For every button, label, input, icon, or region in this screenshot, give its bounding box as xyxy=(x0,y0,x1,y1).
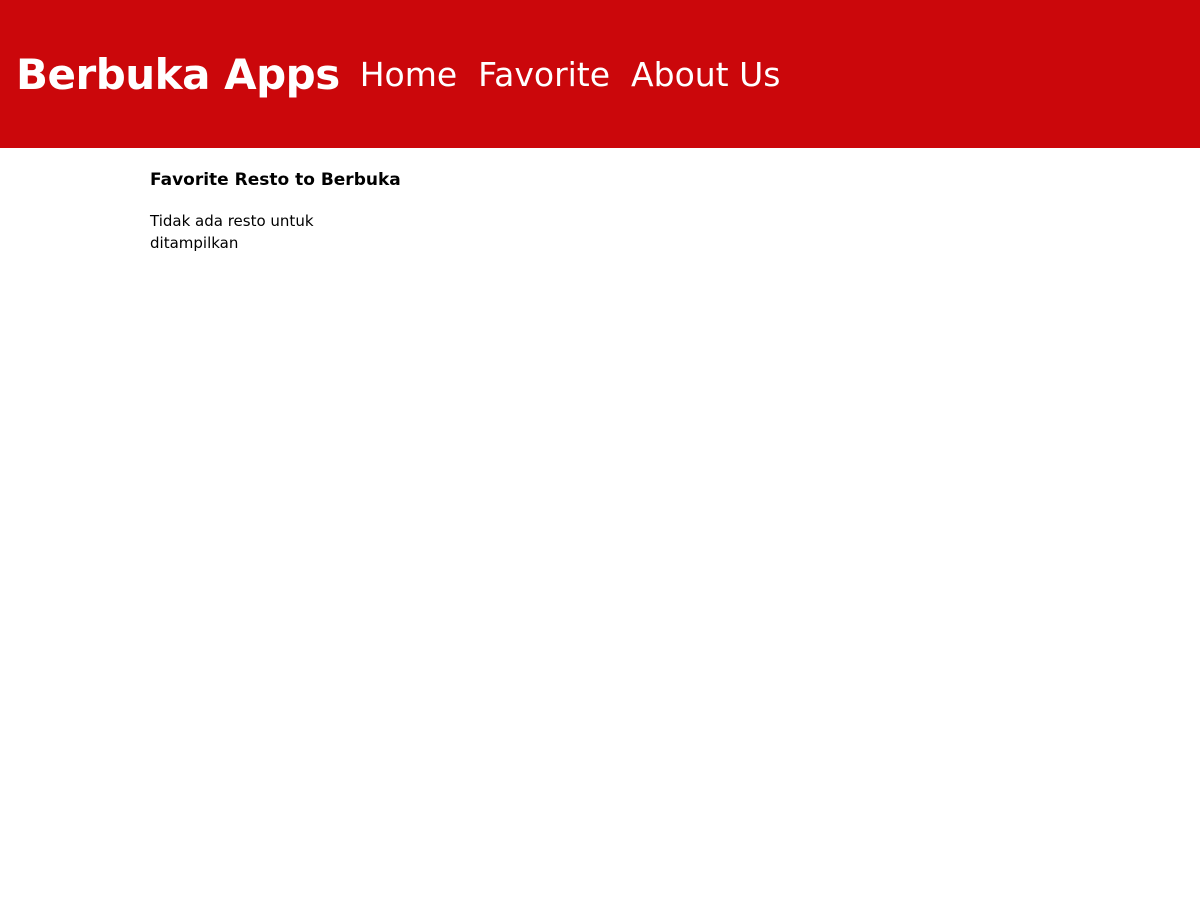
main-nav: Home Favorite About Us xyxy=(360,55,781,94)
nav-favorite-link[interactable]: Favorite xyxy=(478,55,610,94)
brand-title: Berbuka Apps xyxy=(16,49,340,99)
main-content: Favorite Resto to Berbuka Tidak ada rest… xyxy=(0,148,1200,254)
app-header: Berbuka Apps Home Favorite About Us xyxy=(0,0,1200,148)
empty-state-message: Tidak ada resto untuk ditampilkan xyxy=(150,212,314,252)
page-title: Favorite Resto to Berbuka xyxy=(150,170,401,190)
nav-about-link[interactable]: About Us xyxy=(631,55,780,94)
nav-home-link[interactable]: Home xyxy=(360,55,457,94)
